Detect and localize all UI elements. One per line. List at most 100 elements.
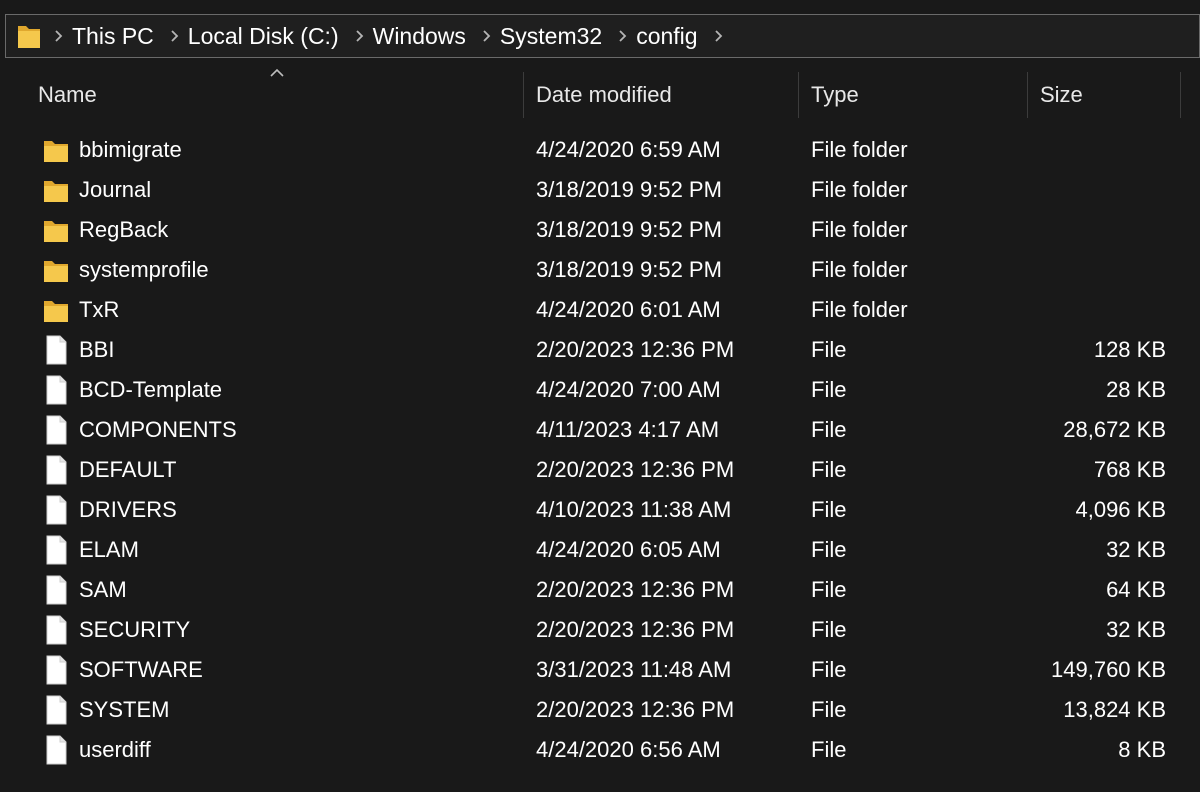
file-row[interactable]: RegBack 3/18/2019 9:52 PM File folder xyxy=(0,210,1200,250)
file-size: 13,824 KB xyxy=(1063,697,1166,722)
sort-ascending-icon xyxy=(270,68,284,77)
file-name: Journal xyxy=(79,177,152,202)
column-divider[interactable] xyxy=(1180,72,1181,118)
file-date-modified: 3/31/2023 11:48 AM xyxy=(536,657,732,682)
chevron-right-icon[interactable] xyxy=(162,14,188,58)
file-row[interactable]: bbimigrate 4/24/2020 6:59 AM File folder xyxy=(0,130,1200,170)
file-row[interactable]: systemprofile 3/18/2019 9:52 PM File folde… xyxy=(0,250,1200,290)
file-type: File xyxy=(811,617,847,642)
file-name: RegBack xyxy=(79,217,169,242)
file-date-modified: 3/18/2019 9:52 PM xyxy=(536,177,722,202)
file-size: 8 KB xyxy=(1118,737,1166,762)
file-icon xyxy=(43,495,69,525)
file-date-modified: 2/20/2023 12:36 PM xyxy=(536,697,735,722)
file-list: bbimigrate 4/24/2020 6:59 AM File folder Jo… xyxy=(0,130,1200,770)
file-date-modified: 4/10/2023 11:38 AM xyxy=(536,497,732,522)
chevron-right-icon[interactable] xyxy=(610,14,636,58)
breadcrumb-item[interactable]: System32 xyxy=(500,14,610,58)
file-size: 32 KB xyxy=(1106,617,1166,642)
breadcrumb-item[interactable]: Windows xyxy=(373,14,474,58)
file-name: COMPONENTS xyxy=(79,417,237,442)
column-header-type[interactable]: Type xyxy=(811,70,859,120)
file-icon xyxy=(43,615,69,645)
file-type: File xyxy=(811,417,847,442)
file-type: File folder xyxy=(811,137,908,162)
file-icon xyxy=(43,415,69,445)
file-type: File folder xyxy=(811,217,908,242)
column-header-name[interactable]: Name xyxy=(38,70,97,120)
chevron-right-icon[interactable] xyxy=(706,14,732,58)
file-type: File folder xyxy=(811,177,908,202)
file-name: userdiff xyxy=(79,737,151,762)
breadcrumb-item[interactable]: config xyxy=(636,14,705,58)
address-area: This PC Local Disk (C:) Windows System32 con… xyxy=(0,0,1200,70)
file-size: 128 KB xyxy=(1093,337,1166,362)
file-name: ELAM xyxy=(79,537,139,562)
file-name: DEFAULT xyxy=(79,457,177,482)
file-row[interactable]: ELAM 4/24/2020 6:05 AM File 32 KB xyxy=(0,530,1200,570)
file-row[interactable]: BBI 2/20/2023 12:36 PM File 128 KB xyxy=(0,330,1200,370)
file-size: 149,760 KB xyxy=(1051,657,1166,682)
file-type: File xyxy=(811,737,847,762)
file-type: File xyxy=(811,537,847,562)
file-icon xyxy=(43,575,69,605)
file-icon xyxy=(43,695,69,725)
column-header-size[interactable]: Size xyxy=(1040,70,1083,120)
file-row[interactable]: TxR 4/24/2020 6:01 AM File folder xyxy=(0,290,1200,330)
folder-icon xyxy=(43,255,69,285)
file-row[interactable]: SOFTWARE 3/31/2023 11:48 AM File 149,760 KB xyxy=(0,650,1200,690)
file-row[interactable]: BCD-Template 4/24/2020 7:00 AM File 28 KB xyxy=(0,370,1200,410)
file-type: File xyxy=(811,377,847,402)
file-name: systemprofile xyxy=(79,257,209,282)
folder-icon xyxy=(43,175,69,205)
file-name: SECURITY xyxy=(79,617,191,642)
address-bar[interactable]: This PC Local Disk (C:) Windows System32 con… xyxy=(5,14,1200,58)
file-row[interactable]: DRIVERS 4/10/2023 11:38 AM File 4,096 KB xyxy=(0,490,1200,530)
file-name: SYSTEM xyxy=(79,697,170,722)
folder-icon[interactable] xyxy=(12,14,46,58)
folder-icon xyxy=(43,215,69,245)
file-type: File xyxy=(811,697,847,722)
file-date-modified: 2/20/2023 12:36 PM xyxy=(536,337,735,362)
file-name: TxR xyxy=(79,297,120,322)
file-row[interactable]: SAM 2/20/2023 12:36 PM File 64 KB xyxy=(0,570,1200,610)
column-header-date-modified[interactable]: Date modified xyxy=(536,70,672,120)
file-type: File folder xyxy=(811,257,908,282)
chevron-right-icon[interactable] xyxy=(46,14,72,58)
file-name: DRIVERS xyxy=(79,497,177,522)
file-row[interactable]: COMPONENTS 4/11/2023 4:17 AM File 28,672 KB xyxy=(0,410,1200,450)
file-date-modified: 3/18/2019 9:52 PM xyxy=(536,257,722,282)
file-row[interactable]: DEFAULT 2/20/2023 12:36 PM File 768 KB xyxy=(0,450,1200,490)
file-icon xyxy=(43,735,69,765)
file-type: File xyxy=(811,337,847,362)
file-row[interactable]: SYSTEM 2/20/2023 12:36 PM File 13,824 KB xyxy=(0,690,1200,730)
file-date-modified: 4/24/2020 6:01 AM xyxy=(536,297,721,322)
column-header-row: Name Date modified Type Size xyxy=(0,68,1200,120)
file-name: SOFTWARE xyxy=(79,657,203,682)
file-size: 768 KB xyxy=(1093,457,1166,482)
file-size: 32 KB xyxy=(1106,537,1166,562)
file-type: File xyxy=(811,657,847,682)
chevron-right-icon[interactable] xyxy=(347,14,373,58)
file-row[interactable]: SECURITY 2/20/2023 12:36 PM File 32 KB xyxy=(0,610,1200,650)
file-size: 28,672 KB xyxy=(1063,417,1166,442)
column-divider[interactable] xyxy=(523,72,524,118)
breadcrumb-item[interactable]: This PC xyxy=(72,14,162,58)
chevron-right-icon[interactable] xyxy=(474,14,500,58)
column-divider[interactable] xyxy=(798,72,799,118)
file-type: File xyxy=(811,457,847,482)
file-icon xyxy=(43,335,69,365)
file-type: File xyxy=(811,497,847,522)
file-date-modified: 2/20/2023 12:36 PM xyxy=(536,457,735,482)
file-icon xyxy=(43,655,69,685)
column-divider[interactable] xyxy=(1027,72,1028,118)
breadcrumb-item[interactable]: Local Disk (C:) xyxy=(188,14,347,58)
file-row[interactable]: userdiff 4/24/2020 6:56 AM File 8 KB xyxy=(0,730,1200,770)
file-size: 4,096 KB xyxy=(1075,497,1166,522)
folder-icon xyxy=(43,135,69,165)
file-icon xyxy=(43,375,69,405)
file-name: BBI xyxy=(79,337,115,362)
file-row[interactable]: Journal 3/18/2019 9:52 PM File folder xyxy=(0,170,1200,210)
file-date-modified: 3/18/2019 9:52 PM xyxy=(536,217,722,242)
file-name: BCD-Template xyxy=(79,377,223,402)
